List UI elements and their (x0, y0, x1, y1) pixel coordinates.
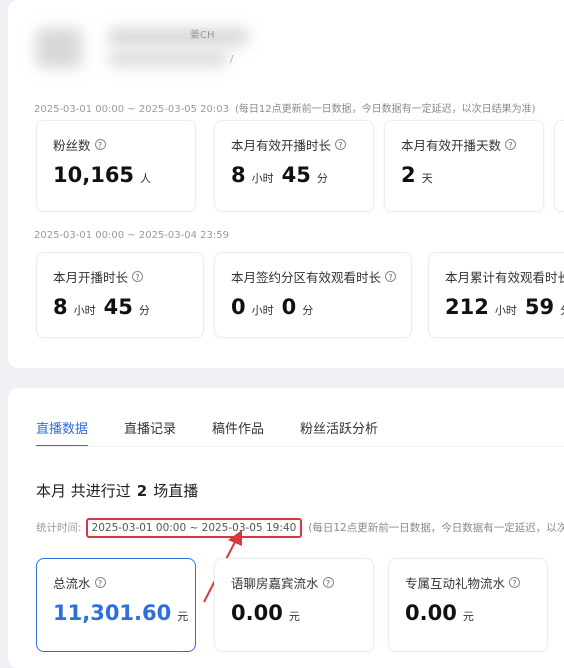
summary-suffix: 场直播 (153, 482, 199, 500)
metric-label: 本月签约分区有效观看时长? (231, 267, 397, 286)
metric-number: 2 (401, 163, 416, 187)
metric-number: 0.00 (405, 601, 457, 625)
help-icon[interactable]: ? (94, 139, 106, 150)
metric-unit: 元 (462, 610, 474, 623)
metric-unit: 分 (302, 304, 314, 317)
revenue-card[interactable]: 专属互动礼物流水? 0.00 元 (388, 558, 548, 652)
date-range-1: 2025-03-01 00:00 ~ 2025-03-05 20:03 (每日12… (34, 100, 536, 115)
tab-divider (36, 446, 564, 447)
metric-number: 45 (281, 163, 311, 187)
metric-unit: 分 (138, 304, 150, 317)
tab-bar: 直播数据 直播记录 稿件作品 粉丝活跃分析 (36, 418, 414, 447)
update-note-1: (每日12点更新前一日数据，今日数据有一定延迟，以次日结果为准) (234, 104, 536, 115)
help-icon[interactable]: ? (505, 139, 517, 150)
date-range-2-text: 2025-03-01 00:00 ~ 2025-03-04 23:59 (34, 230, 229, 241)
metric-label-text: 粉丝数 (53, 138, 91, 153)
metric-label-text: 专属互动礼物流水 (405, 576, 506, 591)
metric-label-text: 本月有效开播时长 (231, 138, 332, 153)
metric-label-text: 本月开播时长 (53, 270, 129, 285)
metric-card[interactable]: 本月有效开播天数? 2 天 (384, 120, 544, 212)
metric-unit: 元 (177, 610, 189, 623)
help-icon[interactable]: ? (335, 139, 347, 150)
revenue-card[interactable]: 总流水? 11,301.60 元 (36, 558, 196, 652)
blurred-username (108, 28, 248, 46)
metric-number: 8 (231, 163, 246, 187)
metric-value: 8 小时 45 分 (231, 163, 336, 187)
metric-value: 0.00 元 (405, 601, 482, 625)
stat-time-row: 统计时间: 2025-03-01 00:00 ~ 2025-03-05 19:40… (36, 518, 564, 538)
stat-time-note: (每日12点更新前一日数据，今日数据有一定延迟，以次 (308, 522, 564, 534)
help-icon[interactable]: ? (509, 577, 521, 588)
metric-label-text: 本月有效开播天数 (401, 138, 502, 153)
metric-unit: 小时 (73, 304, 96, 317)
tab-3[interactable]: 稿件作品 (212, 418, 264, 447)
metric-label: 语聊房嘉宾流水? (231, 573, 334, 592)
metric-number: 45 (103, 295, 133, 319)
blurred-subtext (108, 52, 228, 66)
metric-label-text: 总流水 (53, 576, 91, 591)
metric-value: 11,301.60 元 (53, 601, 196, 625)
metric-label: 专属互动礼物流水? (405, 573, 521, 592)
metric-unit: 小时 (251, 304, 274, 317)
metric-number: 212 (445, 295, 489, 319)
metric-label: 本月有效开播时长? (231, 135, 347, 154)
metric-number: 0 (281, 295, 297, 319)
metric-value: 8 小时 45 分 (53, 295, 158, 319)
help-icon[interactable]: ? (132, 271, 144, 282)
overview-panel: 姜CH / 2025-03-01 00:00 ~ 2025-03-05 20:0… (8, 0, 564, 368)
metric-card-partial (554, 120, 564, 212)
metric-label-text: 语聊房嘉宾流水 (231, 576, 319, 591)
subtext-partial: / (230, 54, 234, 65)
metric-number: 0 (231, 295, 246, 319)
stat-time-range: 2025-03-01 00:00 ~ 2025-03-05 19:40 (85, 518, 303, 538)
metric-number: 11,301.60 (53, 601, 172, 625)
username-partial: 姜CH (190, 30, 215, 41)
date-range-1-text: 2025-03-01 00:00 ~ 2025-03-05 20:03 (34, 104, 229, 115)
metric-unit: 元 (288, 610, 300, 623)
help-icon[interactable]: ? (94, 577, 106, 588)
metric-unit: 分 (560, 302, 564, 318)
metric-label: 本月有效开播天数? (401, 135, 517, 154)
metric-label: 粉丝数? (53, 135, 106, 154)
stat-time-label: 统计时间: (36, 522, 82, 534)
metric-card[interactable]: 本月有效开播时长? 8 小时 45 分 (214, 120, 374, 212)
summary-prefix: 本月 共进行过 (36, 482, 131, 500)
metric-label-text: 本月签约分区有效观看时长 (231, 270, 382, 285)
tab-4[interactable]: 粉丝活跃分析 (300, 418, 378, 447)
revenue-card[interactable]: 语聊房嘉宾流水? 0.00 元 (214, 558, 374, 652)
metric-unit: 小时 (494, 304, 517, 317)
metric-unit: 人 (140, 172, 152, 185)
metric-value: 0.00 元 (231, 601, 308, 625)
metric-unit: 分 (316, 172, 328, 185)
metric-card[interactable]: 本月开播时长? 8 小时 45 分 (36, 252, 204, 338)
metric-unit: 天 (421, 172, 433, 185)
metric-label: 本月累计有效观看时长? (445, 267, 564, 286)
metric-value: 2天 (401, 163, 441, 187)
live-count-summary: 本月 共进行过 2 场直播 (36, 480, 198, 501)
metric-value: 10,165 人 (53, 163, 159, 187)
date-range-2: 2025-03-01 00:00 ~ 2025-03-04 23:59 (34, 230, 229, 241)
live-data-panel: 直播数据 直播记录 稿件作品 粉丝活跃分析 本月 共进行过 2 场直播 统计时间: 2025… (8, 388, 564, 668)
metric-number: 59 (524, 295, 555, 319)
metric-unit: 小时 (251, 172, 274, 185)
tab-2[interactable]: 直播记录 (124, 418, 176, 447)
metric-number: 0.00 (231, 601, 283, 625)
metric-value: 212 小时 59 分 (445, 295, 564, 319)
metric-label: 总流水? (53, 573, 106, 592)
tab-1[interactable]: 直播数据 (36, 418, 89, 447)
metric-value: 0 小时 0 分 (231, 295, 321, 319)
metric-label: 本月开播时长? (53, 267, 144, 286)
live-count: 2 (136, 482, 148, 500)
metric-label-text: 本月累计有效观看时长 (445, 270, 564, 285)
metric-number: 10,165 (53, 163, 135, 187)
metric-card[interactable]: 本月累计有效观看时长? 212 小时 59 分 (428, 252, 564, 338)
metric-number: 8 (53, 295, 68, 319)
metric-card[interactable]: 本月签约分区有效观看时长? 0 小时 0 分 (214, 252, 412, 338)
help-icon[interactable]: ? (322, 577, 334, 588)
avatar (36, 28, 82, 68)
metric-card[interactable]: 粉丝数? 10,165 人 (36, 120, 196, 212)
help-icon[interactable]: ? (385, 271, 397, 282)
